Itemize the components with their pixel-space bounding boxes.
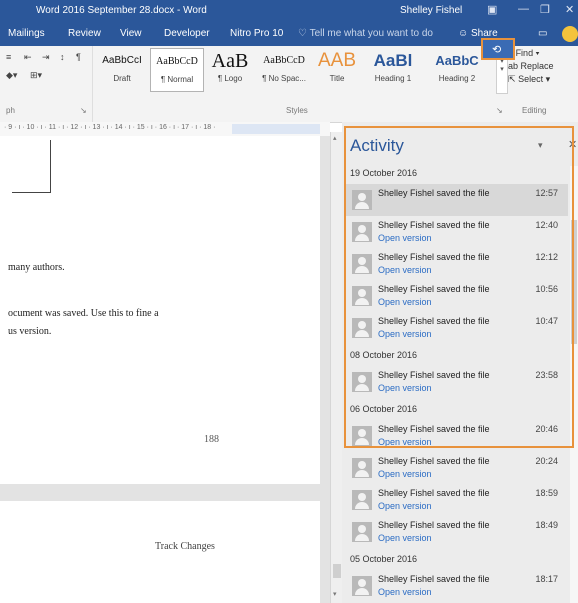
- style-title[interactable]: AAB Title: [314, 48, 360, 92]
- user-avatar-icon: [352, 490, 372, 510]
- scroll-thumb[interactable]: [333, 564, 341, 578]
- shading-icon[interactable]: ◆▾: [6, 70, 17, 81]
- paragraph-group-label: ph: [6, 106, 15, 115]
- multilevel-list-icon[interactable]: ≡: [6, 52, 11, 62]
- open-version-link[interactable]: Open version: [378, 501, 432, 511]
- select-button[interactable]: ⇱ Select ▾: [508, 74, 578, 87]
- paragraph-group: ≡ ⇤ ⇥ ↕ ¶ ◆▾ ⊞▾ ph ↘: [0, 46, 93, 122]
- dialog-launcher-icon[interactable]: ↘: [80, 106, 87, 115]
- date-header: 05 October 2016: [350, 554, 418, 564]
- replace-label: Replace: [520, 61, 554, 71]
- user-avatar-icon: [352, 458, 372, 478]
- document-area: many authors. ocument was saved. Use thi…: [0, 136, 330, 603]
- user-avatar-icon: [352, 522, 372, 542]
- entry-description: Shelley Fishel saved the file: [378, 574, 490, 584]
- entry-time: 18:49: [535, 520, 558, 530]
- increase-indent-icon[interactable]: ⇥: [42, 52, 50, 63]
- styles-gallery: AaBbCcI Draft AaBbCcD ¶ Normal AaB ¶ Logo A…: [96, 48, 506, 92]
- activity-pane: Activity ▾ ✕ 19 October 2016 Shelley Fis…: [342, 122, 578, 603]
- document-heading: Track Changes: [155, 541, 215, 552]
- borders-icon[interactable]: ⊞▾: [30, 70, 42, 81]
- open-version-link[interactable]: Open version: [378, 533, 432, 543]
- replace-button[interactable]: ab Replace: [508, 61, 578, 74]
- tab-developer[interactable]: Developer: [164, 28, 210, 39]
- show-formatting-icon[interactable]: ¶: [76, 52, 81, 62]
- smiley-icon[interactable]: [562, 26, 578, 42]
- image-frame[interactable]: [12, 140, 51, 193]
- history-icon: ⟲: [492, 44, 502, 56]
- open-version-link[interactable]: Open version: [378, 469, 432, 479]
- style-heading-2[interactable]: AaBbC Heading 2: [426, 48, 488, 92]
- select-label: Select: [518, 74, 544, 84]
- comment-icon[interactable]: ▭: [538, 28, 547, 39]
- entry-description: Shelley Fishel saved the file: [378, 488, 490, 498]
- tab-nitro-pro[interactable]: Nitro Pro 10: [230, 28, 283, 39]
- window-title: Word 2016 September 28.docx - Word: [36, 5, 207, 16]
- document-line: many authors.: [8, 262, 65, 273]
- activity-entry[interactable]: Shelley Fishel saved the file Open versio…: [344, 484, 568, 516]
- chevron-up-icon[interactable]: ▴: [333, 134, 337, 142]
- activity-entry[interactable]: Shelley Fishel saved the file Open versio…: [344, 570, 568, 602]
- find-button[interactable]: ⌕ Find ▾: [508, 48, 578, 61]
- entry-time: 18:59: [535, 488, 558, 498]
- lightbulb-icon: ♡: [298, 28, 307, 39]
- document-line: ocument was saved. Use this to fine a: [8, 308, 159, 319]
- activity-entry[interactable]: Shelley Fishel saved the file Open versio…: [344, 516, 568, 548]
- sort-icon[interactable]: ↕: [60, 52, 65, 62]
- entry-description: Shelley Fishel saved the file: [378, 520, 490, 530]
- style-no-spacing[interactable]: AaBbCcD ¶ No Spac...: [256, 48, 312, 92]
- user-avatar-icon: [352, 576, 372, 596]
- style-heading-1[interactable]: AaBl Heading 1: [362, 48, 424, 92]
- entry-time: 20:24: [535, 456, 558, 466]
- styles-group-label: Styles: [286, 106, 308, 115]
- ruler-margin-area: [232, 124, 320, 134]
- document-page[interactable]: many authors. ocument was saved. Use thi…: [0, 136, 320, 484]
- more-icon: ▾: [500, 66, 504, 73]
- find-label: Find: [515, 48, 534, 58]
- style-logo[interactable]: AaB ¶ Logo: [206, 48, 254, 92]
- highlight-frame: [344, 126, 574, 448]
- horizontal-ruler[interactable]: · 9 · ı · 10 · ı · 11 · ı · 12 · ı · 13 …: [0, 122, 330, 137]
- user-name[interactable]: Shelley Fishel: [400, 5, 462, 16]
- tab-view[interactable]: View: [120, 28, 142, 39]
- entry-time: 18:17: [535, 574, 558, 584]
- minimize-icon[interactable]: —: [518, 3, 529, 15]
- page-number: 188: [204, 434, 219, 445]
- tab-mailings[interactable]: Mailings: [8, 28, 45, 39]
- title-bar: Word 2016 September 28.docx - Word Shell…: [0, 0, 578, 22]
- person-icon: ☺: [458, 28, 469, 39]
- cursor-icon: ⇱: [508, 74, 516, 84]
- maximize-icon[interactable]: ❐: [540, 3, 550, 16]
- editing-group-label: Editing: [522, 106, 547, 115]
- document-line: us version.: [8, 326, 52, 337]
- tab-review[interactable]: Review: [68, 28, 101, 39]
- editing-group: ⌕ Find ▾ ab Replace ⇱ Select ▾: [508, 48, 578, 87]
- tell-me-label: Tell me what you want to do: [309, 28, 433, 39]
- chevron-down-icon[interactable]: ▾: [333, 590, 337, 598]
- document-page[interactable]: Track Changes: [0, 501, 320, 603]
- ruler-marks: · 9 · ı · 10 · ı · 11 · ı · 12 · ı · 13 …: [4, 124, 216, 131]
- close-icon[interactable]: ✕: [565, 3, 574, 16]
- replace-icon: ab: [508, 61, 519, 71]
- activity-button[interactable]: ⟲: [481, 38, 515, 60]
- style-normal[interactable]: AaBbCcD ¶ Normal: [150, 48, 204, 92]
- ribbon-display-icon[interactable]: ▣: [487, 3, 497, 16]
- style-draft[interactable]: AaBbCcI Draft: [96, 48, 148, 92]
- styles-launcher-icon[interactable]: ↘: [496, 106, 503, 115]
- entry-description: Shelley Fishel saved the file: [378, 456, 490, 466]
- decrease-indent-icon[interactable]: ⇤: [24, 52, 32, 63]
- open-version-link[interactable]: Open version: [378, 587, 432, 597]
- tell-me-search[interactable]: ♡ Tell me what you want to do: [298, 28, 433, 39]
- activity-entry[interactable]: Shelley Fishel saved the file Open versio…: [344, 452, 568, 484]
